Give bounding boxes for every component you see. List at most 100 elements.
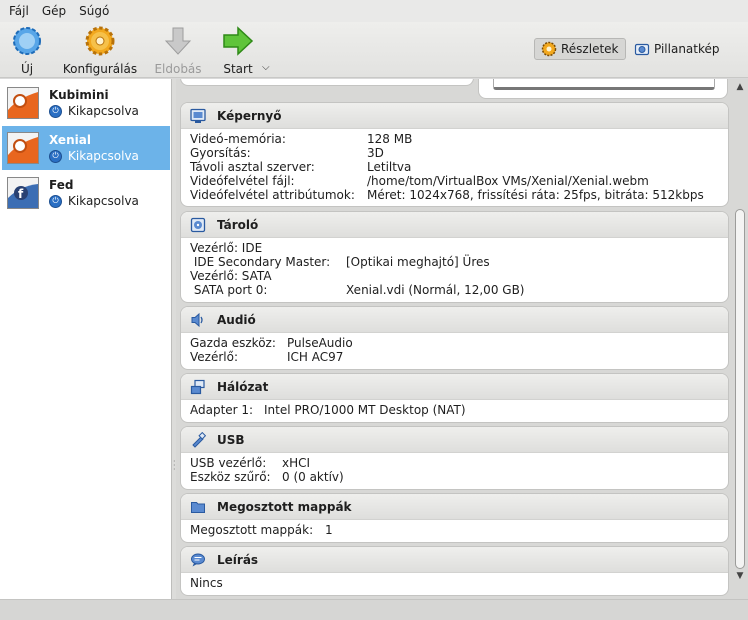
detail-key: Eszköz szűrő: — [190, 470, 271, 484]
menu-help[interactable]: Súgó — [74, 4, 114, 18]
vm-item-kubimini[interactable]: Kubimini ⏻ Kikapcsolva — [2, 81, 170, 125]
detail-value: ICH AC97 — [287, 350, 344, 364]
detail-row: Vezérlő: SATA — [190, 269, 728, 283]
start-button-label: Start — [223, 62, 253, 76]
detail-key: Vezérlő: SATA — [190, 269, 272, 283]
new-button[interactable]: Új — [10, 24, 44, 76]
detail-value: 1 — [325, 523, 333, 537]
vm-state-label: Kikapcsolva — [68, 104, 139, 118]
power-off-icon: ⏻ — [49, 194, 62, 208]
detail-key: Távoli asztal szerver: — [190, 160, 315, 174]
discard-button[interactable]: Eldobás — [152, 24, 204, 76]
start-menu-chevron-icon[interactable]: ⌵ — [262, 62, 270, 73]
configure-button[interactable]: Konfigurálás — [60, 24, 140, 76]
menu-machine[interactable]: Gép — [37, 4, 71, 18]
section-description: Leírás Nincs — [180, 546, 729, 596]
storage-icon — [190, 217, 206, 232]
vm-list: Kubimini ⏻ Kikapcsolva Xenial ⏻ Kikapcsolv… — [0, 79, 172, 599]
ubuntu-logo-icon — [7, 87, 39, 119]
power-off-icon: ⏻ — [49, 149, 62, 163]
section-network-header[interactable]: Hálózat — [181, 374, 728, 400]
preview-box — [478, 79, 728, 99]
configure-button-label: Konfigurálás — [62, 62, 138, 76]
speech-bubble-icon — [191, 553, 205, 566]
vm-item-xenial[interactable]: Xenial ⏻ Kikapcsolva — [2, 126, 170, 170]
detail-key: Gazda eszköz: — [190, 336, 276, 350]
menu-file[interactable]: Fájl — [4, 4, 34, 18]
detail-value: 0 (0 aktív) — [282, 470, 344, 484]
detail-key: Nincs — [190, 576, 223, 590]
detail-row: Vezérlő: ICH AC97 — [190, 350, 728, 364]
section-body: Videó-memória: 128 MB Gyorsítás: 3D Távoli… — [181, 129, 728, 202]
discard-button-label: Eldobás — [154, 62, 202, 76]
details-pane: Képernyő Videó-memória: 128 MB Gyorsítás:… — [176, 79, 732, 599]
details-gear-icon — [541, 41, 557, 57]
detail-row: Távoli asztal szerver: Letiltva — [190, 160, 728, 174]
network-icon — [190, 379, 205, 394]
detail-row: IDE Secondary Master: [Optikai meghajtó] … — [190, 255, 728, 269]
toolbar: Új Konfigurálás Eldobás Start ⌵ Részlete… — [0, 22, 748, 78]
detail-value: 128 MB — [367, 132, 413, 146]
section-shared-folders-header[interactable]: Megosztott mappák — [181, 494, 728, 520]
svg-text:f: f — [18, 187, 24, 201]
section-title: Hálózat — [217, 379, 269, 394]
monitor-icon — [190, 108, 206, 123]
detail-value: Letiltva — [367, 160, 412, 174]
snapshots-mode-button[interactable]: Pillanatkép — [628, 38, 726, 60]
section-usb: USB USB vezérlő: xHCI Eszköz szűrő: 0 (0 a… — [180, 426, 729, 490]
start-button[interactable]: Start — [220, 24, 256, 76]
menu-bar: Fájl Gép Súgó — [0, 0, 748, 22]
new-button-label: Új — [20, 62, 34, 76]
details-mode-label: Részletek — [561, 42, 619, 56]
section-network: Hálózat Adapter 1: Intel PRO/1000 MT Desk… — [180, 373, 729, 423]
section-title: Megosztott mappák — [217, 499, 352, 514]
scroll-down-icon[interactable]: ▼ — [734, 571, 746, 583]
detail-key: Vezérlő: — [190, 350, 238, 364]
new-vm-icon — [10, 24, 44, 58]
vm-state: ⏻ Kikapcsolva — [49, 104, 139, 118]
detail-key: Videófelvétel attribútumok: — [190, 188, 355, 202]
section-description-header[interactable]: Leírás — [181, 547, 728, 573]
section-audio: Audió Gazda eszköz: PulseAudio Vezérlő: IC… — [180, 306, 729, 370]
scrollbar-thumb[interactable] — [735, 209, 745, 569]
detail-key: IDE Secondary Master: — [190, 255, 331, 269]
detail-key: SATA port 0: — [190, 283, 268, 297]
detail-row: Gazda eszköz: PulseAudio — [190, 336, 728, 350]
scroll-up-icon[interactable]: ▲ — [734, 82, 746, 94]
detail-row: Gyorsítás: 3D — [190, 146, 728, 160]
previous-section-box — [180, 79, 474, 86]
detail-key: Adapter 1: — [190, 403, 254, 417]
vm-item-fed[interactable]: f Fed ⏻ Kikapcsolva — [2, 171, 170, 215]
vm-state: ⏻ Kikapcsolva — [49, 194, 139, 208]
detail-value: Intel PRO/1000 MT Desktop (NAT) — [264, 403, 466, 417]
fedora-logo-icon: f — [7, 177, 39, 209]
details-scrollbar[interactable]: ▲ ▼ — [732, 79, 748, 599]
section-body: Vezérlő: IDE IDE Secondary Master: [Optik… — [181, 238, 728, 297]
status-bar — [0, 599, 748, 620]
detail-row: USB vezérlő: xHCI — [190, 456, 728, 470]
detail-value: xHCI — [282, 456, 311, 470]
start-arrow-icon — [221, 24, 255, 58]
detail-row: Videó-memória: 128 MB — [190, 132, 728, 146]
section-audio-header[interactable]: Audió — [181, 307, 728, 333]
section-storage-header[interactable]: Tároló — [181, 212, 728, 238]
section-storage: Tároló Vezérlő: IDE IDE Secondary Master… — [180, 211, 729, 303]
section-body: Nincs — [181, 573, 728, 590]
detail-key: Videó-memória: — [190, 132, 286, 146]
ubuntu-logo-icon — [7, 132, 39, 164]
gear-icon — [83, 24, 117, 58]
section-shared-folders: Megosztott mappák Megosztott mappák: 1 — [180, 493, 729, 543]
folder-icon — [191, 501, 205, 513]
details-mode-button[interactable]: Részletek — [534, 38, 626, 60]
speaker-icon — [191, 312, 203, 327]
detail-value: Méret: 1024x768, frissítési ráta: 25fps,… — [367, 188, 704, 202]
camera-icon — [634, 43, 650, 56]
detail-row: Videófelvétel attribútumok: Méret: 1024x7… — [190, 188, 728, 202]
section-display-header[interactable]: Képernyő — [181, 103, 728, 129]
section-display: Képernyő Videó-memória: 128 MB Gyorsítás:… — [180, 102, 729, 207]
vm-name: Fed — [49, 178, 74, 192]
detail-value: /home/tom/VirtualBox VMs/Xenial/Xenial.w… — [367, 174, 649, 188]
usb-icon — [192, 431, 206, 448]
section-usb-header[interactable]: USB — [181, 427, 728, 453]
vm-name: Xenial — [49, 133, 91, 147]
